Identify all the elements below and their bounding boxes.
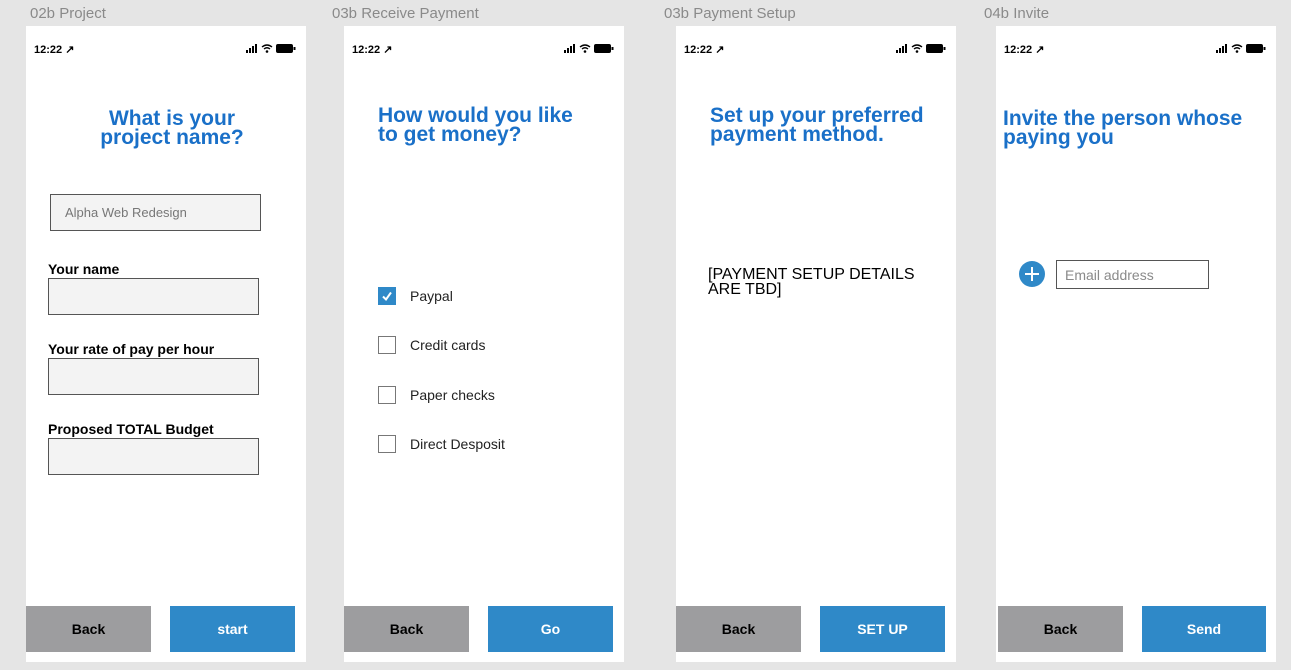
option-direct-deposit[interactable]: Direct Desposit <box>378 435 505 453</box>
send-button[interactable]: Send <box>1142 606 1266 652</box>
page-title: Invite the person whose paying you <box>1003 108 1242 149</box>
start-button[interactable]: start <box>170 606 295 652</box>
title-line-2: project name? <box>100 126 244 149</box>
your-name-input[interactable] <box>48 278 259 315</box>
tbd-line-2: ARE TBD] <box>708 281 782 298</box>
rate-input[interactable] <box>48 358 259 395</box>
plus-icon <box>1025 267 1039 281</box>
wifi-icon <box>911 43 923 53</box>
battery-icon <box>926 43 946 53</box>
wifi-icon <box>579 43 591 53</box>
frame-label: 03b Payment Setup <box>664 5 796 22</box>
wifi-icon <box>1231 43 1243 53</box>
status-icons <box>246 42 296 54</box>
cellular-signal-icon <box>1216 43 1227 53</box>
battery-icon <box>594 43 614 53</box>
payment-setup-placeholder: [PAYMENT SETUP DETAILS ARE TBD] <box>708 267 948 298</box>
set-up-button[interactable]: SET UP <box>820 606 945 652</box>
title-line-2: payment method. <box>710 123 884 146</box>
checkbox[interactable] <box>378 435 396 453</box>
status-time: 12:22 ↗ <box>352 44 393 56</box>
battery-icon <box>1246 43 1266 53</box>
status-icons <box>896 42 946 54</box>
option-label: Direct Desposit <box>410 436 505 452</box>
frame-label: 04b Invite <box>984 5 1050 22</box>
cellular-signal-icon <box>246 43 257 53</box>
status-time: 12:22 ↗ <box>1004 44 1045 56</box>
back-button[interactable]: Back <box>344 606 469 652</box>
cellular-signal-icon <box>564 43 575 53</box>
wifi-icon <box>261 43 273 53</box>
status-time: 12:22 ↗ <box>34 44 75 56</box>
frame-label: 03b Receive Payment <box>332 5 479 22</box>
rate-label: Your rate of pay per hour <box>48 341 215 357</box>
back-button[interactable]: Back <box>676 606 801 652</box>
battery-icon <box>276 43 296 53</box>
page-title: What is your project name? <box>86 108 258 149</box>
option-label: Paypal <box>410 288 453 304</box>
title-line-2: paying you <box>1003 126 1114 149</box>
budget-input[interactable] <box>48 438 259 475</box>
budget-label: Proposed TOTAL Budget <box>48 421 214 437</box>
cellular-signal-icon <box>896 43 907 53</box>
page-title: How would you like to get money? <box>378 105 573 146</box>
email-address-input[interactable] <box>1056 260 1209 289</box>
checkmark-icon <box>382 291 392 302</box>
title-line-2: to get money? <box>378 123 522 146</box>
status-time: 12:22 ↗ <box>684 44 725 56</box>
page-title: Set up your preferred payment method. <box>710 105 924 146</box>
phone-screen: 12:22 ↗ How would you like to get money?… <box>344 26 624 662</box>
back-button[interactable]: Back <box>998 606 1123 652</box>
checkbox-checked[interactable] <box>378 287 396 305</box>
add-invitee-button[interactable] <box>1019 261 1045 287</box>
go-button[interactable]: Go <box>488 606 613 652</box>
option-paypal[interactable]: Paypal <box>378 287 453 305</box>
checkbox[interactable] <box>378 386 396 404</box>
phone-screen: 12:22 ↗ What is your project name? Your … <box>26 26 306 662</box>
phone-screen: 12:22 ↗ Set up your preferred payment me… <box>676 26 956 662</box>
project-name-input[interactable] <box>50 194 261 231</box>
phone-screen: 12:22 ↗ Invite the person whose paying y… <box>996 26 1276 662</box>
status-icons <box>1216 42 1266 54</box>
option-paper-checks[interactable]: Paper checks <box>378 386 495 404</box>
option-label: Paper checks <box>410 387 495 403</box>
option-label: Credit cards <box>410 337 486 353</box>
status-icons <box>564 42 614 54</box>
checkbox[interactable] <box>378 336 396 354</box>
back-button[interactable]: Back <box>26 606 151 652</box>
option-credit-cards[interactable]: Credit cards <box>378 336 485 354</box>
your-name-label: Your name <box>48 261 120 277</box>
frame-label: 02b Project <box>30 5 106 22</box>
